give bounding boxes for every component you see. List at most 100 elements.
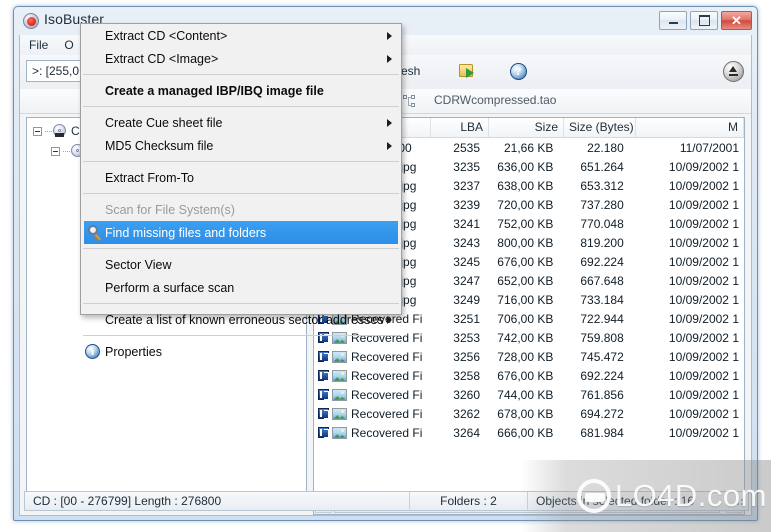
close-icon: ✕ xyxy=(731,12,742,28)
cell-modified: 10/09/2002 1 xyxy=(668,159,739,174)
menu-separator xyxy=(83,74,399,75)
recovered-badge-icon xyxy=(318,427,329,438)
help-question-icon[interactable]: ? xyxy=(508,61,530,83)
submenu-arrow-icon xyxy=(387,32,392,40)
cell-modified: 10/09/2002 1 xyxy=(668,235,739,250)
cell-lba: 3245 xyxy=(453,254,480,269)
cell-modified: 10/09/2002 1 xyxy=(668,368,739,383)
menu-item-label: Properties xyxy=(105,344,162,359)
cell-bytes: 653.312 xyxy=(580,178,624,193)
resize-grip[interactable] xyxy=(733,495,745,507)
cell-size: 752,00 KB xyxy=(497,216,554,231)
column-header-lba[interactable]: LBA xyxy=(431,118,489,137)
extract-folder-icon[interactable] xyxy=(457,61,479,83)
menu-separator xyxy=(83,161,399,162)
expander-icon[interactable] xyxy=(51,146,60,156)
cell-bytes: 761.856 xyxy=(580,387,624,402)
menu-item-sector-view[interactable]: Sector View xyxy=(81,253,401,276)
maximize-icon xyxy=(691,12,717,29)
table-row[interactable]: Recovered File 13.jpg 3262 678,00 KB 694.27… xyxy=(314,404,744,423)
cell-modified: 10/09/2002 1 xyxy=(668,425,739,440)
minimize-button[interactable] xyxy=(659,11,687,30)
menu-separator xyxy=(83,335,399,336)
menu-item-label: Sector View xyxy=(105,257,172,272)
cell-lba: 3264 xyxy=(453,425,480,440)
column-header-modified[interactable]: M xyxy=(636,118,744,137)
cell-size: 676,00 KB xyxy=(497,368,554,383)
menu-item-label: Extract From-To xyxy=(105,170,194,185)
menubar-item-file[interactable]: File xyxy=(22,36,55,54)
image-icon xyxy=(332,388,347,401)
maximize-button[interactable] xyxy=(690,11,718,30)
cell-modified: 10/09/2002 1 xyxy=(668,387,739,402)
cell-bytes: 692.224 xyxy=(580,368,624,383)
menu-item-label: Perform a surface scan xyxy=(105,280,235,295)
breadcrumb-path-label: CDRWcompressed.tao xyxy=(434,93,557,107)
column-header-bytes[interactable]: Size (Bytes) xyxy=(564,118,636,137)
expander-icon[interactable] xyxy=(33,126,42,136)
file-name-label: Recovered File 14.jpg xyxy=(351,425,423,440)
tree-item-cd[interactable]: C xyxy=(33,124,80,138)
menu-item-create-a-managed-ibp-ibq-image-file[interactable]: Create a managed IBP/IBQ image file xyxy=(81,79,401,102)
menu-item-extract-cd-image[interactable]: Extract CD <Image> xyxy=(81,47,401,70)
options-dropdown-menu[interactable]: Extract CD <Content> Extract CD <Image> Cr… xyxy=(80,23,402,359)
menu-item-perform-a-surface-scan[interactable]: Perform a surface scan xyxy=(81,276,401,299)
menu-item-label: Create a list of known erroneous sector … xyxy=(105,312,384,327)
file-name-label: Recovered File 13.jpg xyxy=(351,406,423,421)
table-row[interactable]: Recovered File 14.jpg 3264 666,00 KB 681.98… xyxy=(314,423,744,442)
eject-icon[interactable] xyxy=(723,61,744,82)
status-cd-range: CD : [00 - 276799] Length : 276800 xyxy=(25,491,410,511)
cell-lba: 3235 xyxy=(453,159,480,174)
menu-separator xyxy=(83,248,399,249)
menu-item-properties[interactable]: i Properties xyxy=(81,340,401,363)
menubar-item-options[interactable]: O xyxy=(57,36,80,54)
menu-item-label: Create Cue sheet file xyxy=(105,115,223,130)
menu-item-find-missing-files-and-folders[interactable]: Find missing files and folders xyxy=(84,221,398,244)
refresh-button-label[interactable]: esh xyxy=(401,64,420,78)
cell-bytes: 667.648 xyxy=(580,273,624,288)
cell-bytes: 22.180 xyxy=(587,140,624,155)
cell-size: 21,66 KB xyxy=(503,140,554,155)
submenu-arrow-icon xyxy=(387,142,392,150)
menu-item-extract-from-to[interactable]: Extract From-To xyxy=(81,166,401,189)
cell-name: Recovered File 12.jpg xyxy=(314,388,428,402)
cell-bytes: 733.184 xyxy=(580,292,624,307)
cell-bytes: 819.200 xyxy=(580,235,624,250)
menu-item-md5-checksum-file[interactable]: MD5 Checksum file xyxy=(81,134,401,157)
image-icon xyxy=(332,369,347,382)
table-row[interactable]: Recovered File 12.jpg 3260 744,00 KB 761.85… xyxy=(314,385,744,404)
status-bar: CD : [00 - 276799] Length : 276800 Folde… xyxy=(24,491,749,511)
tree-node-icon xyxy=(403,95,417,108)
cell-size: 706,00 KB xyxy=(497,311,554,326)
column-header-size[interactable]: Size xyxy=(489,118,564,137)
cell-lba: 3258 xyxy=(453,368,480,383)
cell-lba: 3253 xyxy=(453,330,480,345)
recovered-badge-icon xyxy=(318,389,329,400)
table-row[interactable]: Recovered File 11.jpg 3258 676,00 KB 692.22… xyxy=(314,366,744,385)
cell-size: 800,00 KB xyxy=(497,235,554,250)
cell-lba: 3251 xyxy=(453,311,480,326)
menu-item-create-a-list-of-known-erroneous-sector-addresses[interactable]: Create a list of known erroneous sector … xyxy=(81,308,401,331)
recovered-badge-icon xyxy=(318,370,329,381)
cell-modified: 10/09/2002 1 xyxy=(668,311,739,326)
close-button[interactable]: ✕ xyxy=(721,11,752,30)
cell-lba: 3249 xyxy=(453,292,480,307)
recovered-badge-icon xyxy=(318,408,329,419)
cell-size: 638,00 KB xyxy=(497,178,554,193)
menu-item-label: Create a managed IBP/IBQ image file xyxy=(105,83,324,98)
menu-item-extract-cd-content[interactable]: Extract CD <Content> xyxy=(81,24,401,47)
cell-bytes: 737.280 xyxy=(580,197,624,212)
cell-lba: 2535 xyxy=(453,140,480,155)
cell-bytes: 694.272 xyxy=(580,406,624,421)
cell-bytes: 722.944 xyxy=(580,311,624,326)
cell-bytes: 681.984 xyxy=(580,425,624,440)
menu-item-create-cue-sheet-file[interactable]: Create Cue sheet file xyxy=(81,111,401,134)
cell-modified: 10/09/2002 1 xyxy=(668,178,739,193)
cell-size: 716,00 KB xyxy=(497,292,554,307)
menu-item-label: MD5 Checksum file xyxy=(105,138,214,153)
cell-lba: 3243 xyxy=(453,235,480,250)
cell-name: Recovered File 13.jpg xyxy=(314,407,428,421)
cell-size: 744,00 KB xyxy=(497,387,554,402)
submenu-arrow-icon xyxy=(387,119,392,127)
cell-modified: 10/09/2002 1 xyxy=(668,330,739,345)
